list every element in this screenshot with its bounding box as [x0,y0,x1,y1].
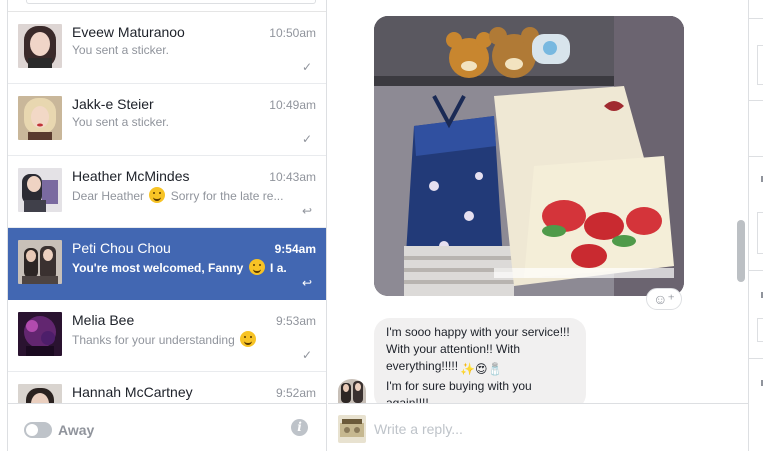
conversation-pane: ☺⁺ I'm sooo happy with your service!!! W… [328,0,748,451]
info-icon[interactable]: i [291,419,308,436]
thread-item[interactable]: Hannah McCartney 9:52am [8,372,326,403]
reply-bar [328,403,748,451]
divider [749,100,763,101]
page-avatar [338,415,366,443]
add-reaction-button[interactable]: ☺⁺ [646,288,682,310]
thread-name: Peti Chou Chou [72,240,171,256]
divider [749,18,763,19]
thread-time: 10:43am [269,170,316,184]
details-field[interactable] [757,45,763,85]
thread-item[interactable]: Melia Bee 9:53am Thanks for your underst… [8,300,326,372]
thread-item[interactable]: Jakk-e Steier 10:49am You sent a sticker… [8,84,326,156]
check-icon: ✓ [301,60,313,74]
message-line: everything!!!!! ✨😍🧂 [386,359,503,376]
message-line: I'm sooo happy with your service!!! [386,325,570,339]
thread-snippet: You sent a sticker. [72,115,169,129]
thread-name: Melia Bee [72,312,135,328]
thread-snippet: Dear Heather Sorry for the late re... [72,187,284,203]
check-icon: ✓ [301,132,313,146]
search-input[interactable] [26,0,316,4]
thread-name: Eveew Maturanoo [72,24,185,40]
toggle-knob [26,424,38,436]
avatar [18,384,62,403]
search-area [8,0,326,12]
thread-snippet: You sent a sticker. [72,43,169,57]
thread-item[interactable]: Eveew Maturanoo 10:50am You sent a stick… [8,12,326,84]
thread-time: 10:50am [269,26,316,40]
thread-item[interactable]: Heather McMindes 10:43am Dear Heather So… [8,156,326,228]
divider [749,270,763,271]
conversation-scrollbar[interactable] [737,220,745,282]
avatar [18,24,62,68]
thread-time: 10:49am [269,98,316,112]
message-bubble[interactable]: I'm sooo happy with your service!!! With… [374,318,586,410]
divider [749,156,763,157]
avatar [18,240,62,284]
thread-snippet: Thanks for your understanding [72,331,287,347]
details-field[interactable] [757,212,763,254]
message-line: With your attention!! With [386,342,521,356]
thread-name: Hannah McCartney [72,384,193,400]
thread-time: 9:53am [275,314,316,328]
away-label: Away [58,422,95,438]
smile-emoji-icon [240,331,257,347]
reply-icon: ↩ [301,276,313,290]
divider [749,358,763,359]
avatar [18,96,62,140]
thread-list: Eveew Maturanoo 10:50am You sent a stick… [8,12,326,403]
avatar [338,379,366,403]
thread-snippet: You're most welcomed, Fanny I a... [72,259,287,275]
message-line: I'm for sure buying with you [386,379,532,393]
thread-name: Jakk-e Steier [72,96,154,112]
reply-input[interactable] [374,416,714,442]
away-toggle[interactable] [24,422,52,438]
smile-emoji-icon [248,259,265,275]
details-panel [748,0,763,451]
thread-name: Heather McMindes [72,168,190,184]
sparkle-heart-eyes-emoji-icon: ✨😍🧂 [460,362,503,376]
reply-icon: ↩ [301,204,313,218]
thread-time: 9:54am [274,242,316,256]
details-field[interactable] [757,318,763,342]
thread-time: 9:52am [275,386,316,400]
smile-emoji-icon [149,187,166,203]
avatar [18,312,62,356]
shared-photo[interactable] [374,16,684,296]
avatar [18,168,62,212]
conversation-sidebar: Eveew Maturanoo 10:50am You sent a stick… [7,0,327,451]
thread-item-active[interactable]: Peti Chou Chou 9:54am You're most welcom… [8,228,326,300]
check-icon: ✓ [301,348,313,362]
availability-bar: Away i [8,403,326,451]
